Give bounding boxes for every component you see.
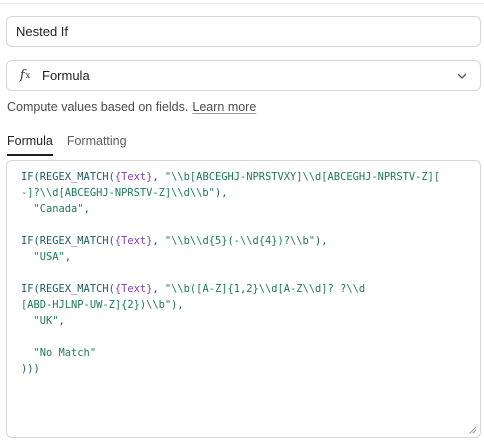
code-token: , xyxy=(152,235,165,247)
code-line: IF(REGEX_MATCH({Text}, "\\b[ABCEGHJ-NPRS… xyxy=(21,169,466,185)
code-token: ))) xyxy=(21,363,40,375)
formula-code: IF(REGEX_MATCH({Text}, "\\b[ABCEGHJ-NPRS… xyxy=(21,169,466,377)
tab-formatting[interactable]: Formatting xyxy=(67,134,127,156)
field-description: Compute values based on fields. Learn mor… xyxy=(7,100,256,114)
field-reference: {Text} xyxy=(114,171,153,183)
code-line: [ABD-HJLNP-UW-Z]{2})\\b"), xyxy=(21,297,466,313)
string-literal: "\\b([A-Z]{1,2}\\d[A-Z\\d]? ?\\d xyxy=(164,283,366,295)
resize-handle-icon[interactable] xyxy=(468,425,477,434)
field-reference: {Text} xyxy=(114,283,153,295)
code-token: , xyxy=(83,203,90,215)
code-line: "Canada", xyxy=(21,201,466,217)
code-token: ), xyxy=(214,187,228,199)
code-token: , xyxy=(64,251,72,263)
string-literal: -]?\\d[ABCEGHJ-NPRSTV-Z]\\d\\b" xyxy=(21,187,215,199)
code-token: ), xyxy=(315,235,328,247)
code-line: "No Match" xyxy=(21,345,466,361)
code-token: IF(REGEX_MATCH( xyxy=(21,235,115,247)
string-literal: "\\b[ABCEGHJ-NPRSTVXY]\\d[ABCEGHJ-NPRSTV… xyxy=(164,171,441,183)
code-line: "USA", xyxy=(21,249,466,265)
string-literal: "Canada" xyxy=(21,203,84,215)
tab-formula[interactable]: Formula xyxy=(7,134,53,156)
chevron-down-icon xyxy=(457,73,467,79)
code-line: IF(REGEX_MATCH({Text}, "\\b([A-Z]{1,2}\\… xyxy=(21,281,466,297)
string-literal: "\\b\\d{5}(-\\d{4})?\\b" xyxy=(164,235,316,247)
fx-icon: fx xyxy=(19,68,31,83)
code-token: , xyxy=(58,315,65,327)
field-type-label: Formula xyxy=(42,68,90,83)
learn-more-link[interactable]: Learn more xyxy=(192,100,256,114)
string-literal: "USA" xyxy=(21,251,65,263)
formula-editor[interactable]: IF(REGEX_MATCH({Text}, "\\b[ABCEGHJ-NPRS… xyxy=(6,160,481,438)
string-literal: "UK" xyxy=(21,315,59,327)
top-divider xyxy=(0,0,484,4)
string-literal: [ABD-HJLNP-UW-Z]{2})\\b" xyxy=(21,299,172,311)
editor-tabs: Formula Formatting xyxy=(7,134,127,156)
field-reference: {Text} xyxy=(114,235,153,247)
code-line: -]?\\d[ABCEGHJ-NPRSTV-Z]\\d\\b"), xyxy=(21,185,466,201)
code-token: IF(REGEX_MATCH( xyxy=(21,171,115,183)
code-token: , xyxy=(152,171,165,183)
code-line: IF(REGEX_MATCH({Text}, "\\b\\d{5}(-\\d{4… xyxy=(21,233,466,249)
code-token: , xyxy=(152,283,165,295)
code-token: IF(REGEX_MATCH( xyxy=(21,283,115,295)
code-line: "UK", xyxy=(21,313,466,329)
description-text: Compute values based on fields. xyxy=(7,100,189,114)
field-name-input[interactable] xyxy=(6,16,481,47)
string-literal: "No Match" xyxy=(21,347,97,359)
field-type-select[interactable]: fx Formula xyxy=(6,60,481,91)
code-line: ))) xyxy=(21,361,466,377)
code-token: ), xyxy=(171,299,184,311)
